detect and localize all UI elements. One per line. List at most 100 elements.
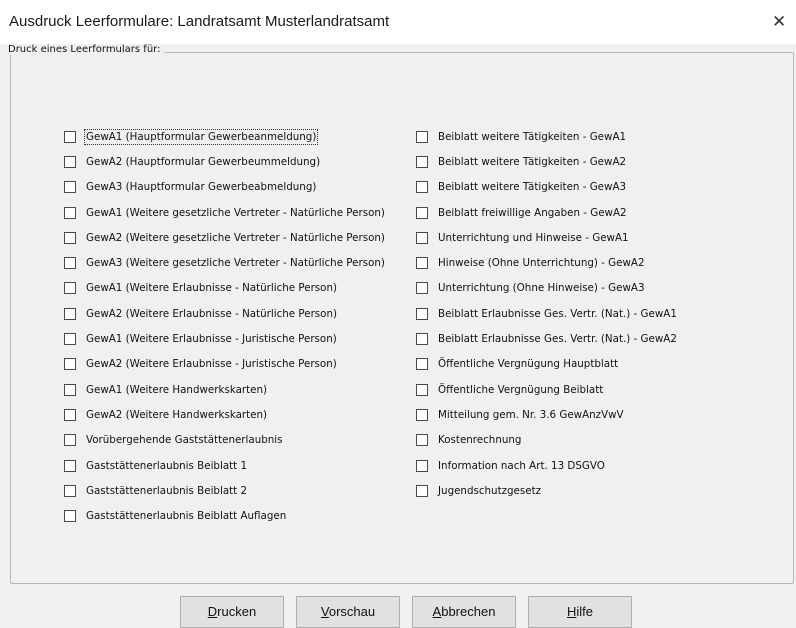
checkbox[interactable] bbox=[64, 155, 76, 168]
checkbox-item[interactable]: GewA1 (Weitere gesetzliche Vertreter - N… bbox=[64, 200, 387, 225]
checkbox-label: GewA3 (Hauptformular Gewerbeabmeldung) bbox=[86, 181, 317, 194]
checkbox-label: Gaststättenerlaubnis Beiblatt 1 bbox=[86, 459, 248, 472]
checkbox[interactable] bbox=[416, 333, 428, 346]
groupbox-legend: Druck eines Leerformulars für: bbox=[6, 44, 165, 55]
checkbox[interactable] bbox=[64, 206, 76, 219]
close-icon[interactable]: ✕ bbox=[772, 8, 796, 36]
checkbox[interactable] bbox=[64, 333, 76, 346]
checkbox-item[interactable]: Hinweise (Ohne Unterrichtung) - GewA2 bbox=[416, 250, 679, 275]
checkbox-item[interactable]: Beiblatt Erlaubnisse Ges. Vertr. (Nat.) … bbox=[416, 301, 679, 326]
checkbox-label: Kostenrechnung bbox=[438, 434, 522, 447]
checkbox-label: GewA1 (Weitere Handwerkskarten) bbox=[86, 383, 268, 396]
checkbox[interactable] bbox=[416, 484, 428, 497]
checkbox[interactable] bbox=[64, 408, 76, 421]
checkbox-label: Unterrichtung (Ohne Hinweise) - GewA3 bbox=[438, 282, 645, 295]
checkbox-item[interactable]: GewA1 (Hauptformular Gewerbeanmeldung) bbox=[64, 124, 387, 149]
checkbox[interactable] bbox=[416, 130, 428, 143]
hilfe-button-accel: H bbox=[566, 604, 577, 619]
abbrechen-button-accel: A bbox=[432, 604, 442, 619]
checkbox-item[interactable]: GewA2 (Weitere Erlaubnisse - Juristische… bbox=[64, 352, 387, 377]
checkbox[interactable] bbox=[416, 434, 428, 447]
checkbox[interactable] bbox=[64, 510, 76, 523]
checkbox-item[interactable]: Gaststättenerlaubnis Beiblatt 1 bbox=[64, 453, 387, 478]
checkbox[interactable] bbox=[416, 155, 428, 168]
checkbox-item[interactable]: Öffentliche Vergnügung Beiblatt bbox=[416, 377, 679, 402]
checkbox-item[interactable]: Beiblatt freiwillige Angaben - GewA2 bbox=[416, 200, 679, 225]
checkbox-label: GewA3 (Weitere gesetzliche Vertreter - N… bbox=[86, 257, 385, 270]
checkbox-item[interactable]: GewA2 (Weitere Handwerkskarten) bbox=[64, 402, 387, 427]
drucken-button-rest: rucken bbox=[217, 604, 257, 619]
checkbox-item[interactable]: GewA2 (Hauptformular Gewerbeummeldung) bbox=[64, 149, 387, 174]
drucken-button[interactable]: Drucken bbox=[180, 596, 284, 628]
title-bar: Ausdruck Leerformulare: Landratsamt Must… bbox=[0, 0, 796, 44]
checkbox-item[interactable]: Jugendschutzgesetz bbox=[416, 478, 679, 503]
checkbox-item[interactable]: Beiblatt weitere Tätigkeiten - GewA1 bbox=[416, 124, 679, 149]
checkbox-item[interactable]: Unterrichtung (Ohne Hinweise) - GewA3 bbox=[416, 276, 679, 301]
checkbox-label: Hinweise (Ohne Unterrichtung) - GewA2 bbox=[438, 257, 645, 270]
vorschau-button[interactable]: Vorschau bbox=[296, 596, 400, 628]
checkbox-item[interactable]: GewA1 (Weitere Erlaubnisse - Natürliche … bbox=[64, 276, 387, 301]
checkbox[interactable] bbox=[64, 434, 76, 447]
checkbox-label: Beiblatt freiwillige Angaben - GewA2 bbox=[438, 206, 627, 219]
checkbox-label: Beiblatt weitere Tätigkeiten - GewA3 bbox=[438, 181, 627, 194]
checkbox-label: GewA2 (Hauptformular Gewerbeummeldung) bbox=[86, 155, 321, 168]
checkbox-label: Beiblatt Erlaubnisse Ges. Vertr. (Nat.) … bbox=[438, 307, 677, 320]
checkbox[interactable] bbox=[64, 181, 76, 194]
drucken-button-accel: D bbox=[207, 604, 218, 619]
checkbox[interactable] bbox=[416, 408, 428, 421]
checkbox[interactable] bbox=[416, 206, 428, 219]
checkbox[interactable] bbox=[64, 282, 76, 295]
checkbox[interactable] bbox=[416, 181, 428, 194]
checkbox[interactable] bbox=[64, 257, 76, 270]
checkbox-label: Beiblatt weitere Tätigkeiten - GewA2 bbox=[438, 155, 627, 168]
checkbox-label: Unterrichtung und Hinweise - GewA1 bbox=[438, 231, 629, 244]
checkbox[interactable] bbox=[416, 358, 428, 371]
checkbox-item[interactable]: Gaststättenerlaubnis Beiblatt 2 bbox=[64, 478, 387, 503]
checkbox[interactable] bbox=[64, 484, 76, 497]
checkbox-item[interactable]: Beiblatt weitere Tätigkeiten - GewA2 bbox=[416, 149, 679, 174]
checkbox[interactable] bbox=[64, 358, 76, 371]
checkbox-item[interactable]: Unterrichtung und Hinweise - GewA1 bbox=[416, 225, 679, 250]
checkbox-label: GewA1 (Weitere Erlaubnisse - Juristische… bbox=[86, 333, 337, 346]
checkbox-label: Öffentliche Vergnügung Beiblatt bbox=[438, 383, 604, 396]
checkbox-label: Gaststättenerlaubnis Beiblatt 2 bbox=[86, 484, 248, 497]
checkbox-item[interactable]: Information nach Art. 13 DSGVO bbox=[416, 453, 679, 478]
checkbox-item[interactable]: GewA2 (Weitere Erlaubnisse - Natürliche … bbox=[64, 301, 387, 326]
checkbox[interactable] bbox=[64, 130, 76, 143]
checkbox-item[interactable]: GewA2 (Weitere gesetzliche Vertreter - N… bbox=[64, 225, 387, 250]
checkbox[interactable] bbox=[416, 257, 428, 270]
checkbox[interactable] bbox=[416, 282, 428, 295]
checkbox-label: GewA1 (Weitere gesetzliche Vertreter - N… bbox=[86, 206, 385, 219]
checkbox-label: Jugendschutzgesetz bbox=[438, 484, 542, 497]
checkbox-label: GewA1 (Hauptformular Gewerbeanmeldung) bbox=[84, 128, 319, 145]
checkbox-item[interactable]: Kostenrechnung bbox=[416, 428, 679, 453]
checkbox[interactable] bbox=[64, 459, 76, 472]
checkbox[interactable] bbox=[416, 459, 428, 472]
checkbox[interactable] bbox=[416, 383, 428, 396]
checkbox-item[interactable]: GewA3 (Hauptformular Gewerbeabmeldung) bbox=[64, 175, 387, 200]
checkbox-item[interactable]: Mitteilung gem. Nr. 3.6 GewAnzVwV bbox=[416, 402, 679, 427]
checkbox-label: GewA2 (Weitere Erlaubnisse - Juristische… bbox=[86, 358, 337, 371]
checkbox-label: Beiblatt Erlaubnisse Ges. Vertr. (Nat.) … bbox=[438, 333, 677, 346]
checkbox-label: Mitteilung gem. Nr. 3.6 GewAnzVwV bbox=[438, 408, 624, 421]
checkbox-item[interactable]: Vorübergehende Gaststättenerlaubnis bbox=[64, 428, 387, 453]
vorschau-button-accel: V bbox=[320, 604, 329, 619]
checkbox-item[interactable]: GewA3 (Weitere gesetzliche Vertreter - N… bbox=[64, 250, 387, 275]
window-title: Ausdruck Leerformulare: Landratsamt Must… bbox=[9, 13, 390, 30]
abbrechen-button-rest: bbrechen bbox=[441, 604, 496, 619]
checkbox[interactable] bbox=[64, 307, 76, 320]
checkbox-item[interactable]: Öffentliche Vergnügung Hauptblatt bbox=[416, 352, 679, 377]
checkbox[interactable] bbox=[64, 231, 76, 244]
checkbox-item[interactable]: Beiblatt Erlaubnisse Ges. Vertr. (Nat.) … bbox=[416, 326, 679, 351]
checkbox-label: Gaststättenerlaubnis Beiblatt Auflagen bbox=[86, 510, 287, 523]
checkbox[interactable] bbox=[64, 383, 76, 396]
checkbox-item[interactable]: GewA1 (Weitere Erlaubnisse - Juristische… bbox=[64, 326, 387, 351]
checkbox[interactable] bbox=[416, 307, 428, 320]
abbrechen-button[interactable]: Abbrechen bbox=[412, 596, 516, 628]
checkbox-item[interactable]: Gaststättenerlaubnis Beiblatt Auflagen bbox=[64, 503, 387, 528]
hilfe-button[interactable]: Hilfe bbox=[528, 596, 632, 628]
checkbox-item[interactable]: Beiblatt weitere Tätigkeiten - GewA3 bbox=[416, 175, 679, 200]
checkbox-label: GewA2 (Weitere gesetzliche Vertreter - N… bbox=[86, 231, 385, 244]
checkbox-item[interactable]: GewA1 (Weitere Handwerkskarten) bbox=[64, 377, 387, 402]
checkbox[interactable] bbox=[416, 231, 428, 244]
